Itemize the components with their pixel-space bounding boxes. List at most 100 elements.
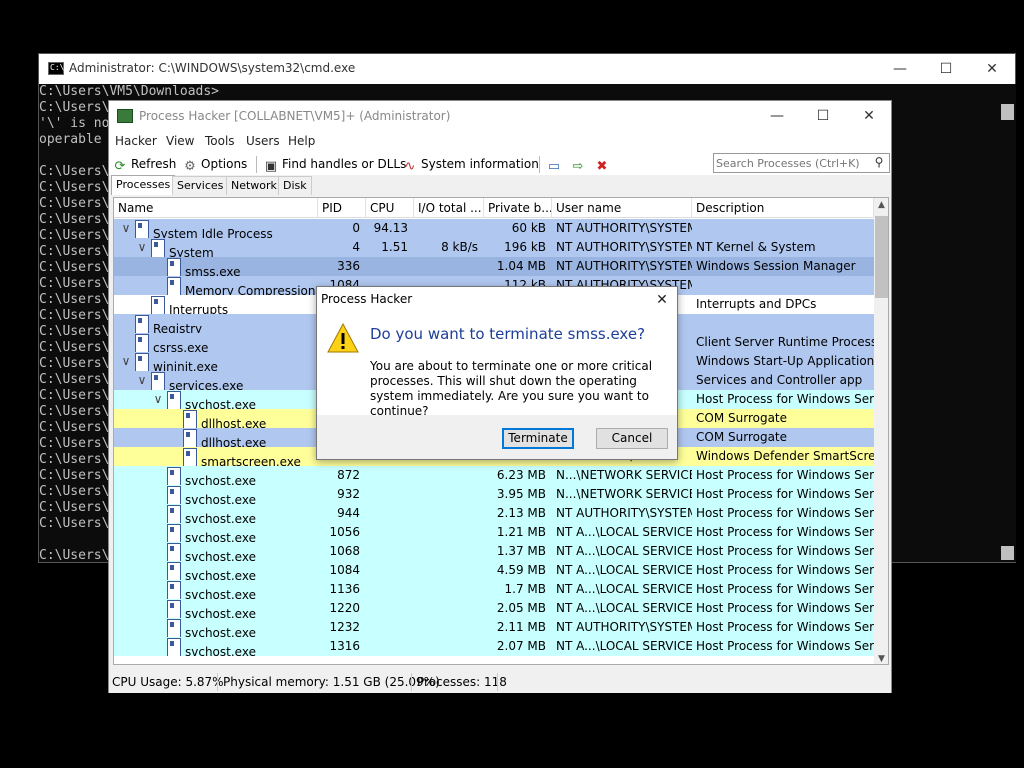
cmd-scrollbar[interactable] — [999, 84, 1016, 562]
process-private-bytes-cell: 1.7 MB — [504, 582, 546, 596]
cmd-minimize-button[interactable]: — — [877, 54, 923, 84]
find-window-button[interactable]: ⇨ — [571, 155, 589, 174]
process-row[interactable]: svchost.exe 1136 1.7 MB NT A...\LOCAL SERVI… — [114, 580, 874, 599]
process-io-total-cell — [414, 637, 484, 656]
process-tree-scrollbar-thumb[interactable] — [875, 216, 888, 298]
process-row[interactable]: svchost.exe 932 3.95 MB N...\NETWORK SERVIC… — [114, 485, 874, 504]
column-user-name[interactable]: User name — [552, 198, 692, 218]
menu-help[interactable]: Help — [288, 134, 315, 148]
tab-network[interactable]: Network — [226, 176, 282, 195]
tab-disk[interactable]: Disk — [278, 176, 312, 195]
scroll-down-arrow-icon[interactable]: ▼ — [874, 654, 888, 664]
process-name-cell: ∨ System — [136, 238, 320, 257]
process-description-cell: Client Server Runtime Process — [696, 335, 874, 349]
search-processes-box[interactable]: ⚲ — [713, 153, 890, 173]
scroll-up-arrow-icon[interactable]: ▲ — [874, 200, 888, 210]
column-private-bytes[interactable]: Private b... — [484, 198, 552, 218]
cmd-maximize-button[interactable]: ☐ — [923, 54, 969, 84]
process-name: svchost.exe — [185, 493, 256, 504]
process-tree-scrollbar[interactable]: ▲ ▼ — [874, 198, 888, 664]
column-name[interactable]: Name — [114, 198, 318, 218]
status-separator — [217, 673, 218, 691]
cmd-scrollbar-up[interactable] — [1001, 104, 1014, 120]
menu-view[interactable]: View — [166, 134, 194, 148]
process-row[interactable]: svchost.exe 1084 4.59 MB NT A...\LOCAL SERV… — [114, 561, 874, 580]
ph-minimize-button[interactable]: — — [754, 101, 800, 131]
process-row[interactable]: svchost.exe 944 2.13 MB NT AUTHORITY\SYSTEM… — [114, 504, 874, 523]
process-row[interactable]: svchost.exe 1220 2.05 MB NT A...\LOCAL SERV… — [114, 599, 874, 618]
status-cpu-usage: CPU Usage: 5.87% — [112, 675, 224, 689]
process-row[interactable]: svchost.exe 1316 2.07 MB NT A...\LOCAL SERV… — [114, 637, 874, 656]
ph-maximize-button[interactable]: ☐ — [800, 101, 846, 131]
process-name-cell: csrss.exe — [120, 333, 320, 352]
menu-users[interactable]: Users — [246, 134, 280, 148]
process-name-cell: smartscreen.exe — [168, 447, 320, 466]
process-name-cell: ∨ services.exe — [136, 371, 320, 390]
cmd-scrollbar-thumb[interactable] — [1001, 546, 1014, 560]
tab-processes[interactable]: Processes — [111, 175, 176, 195]
column-description[interactable]: Description — [692, 198, 874, 218]
process-row[interactable]: ∨ System 4 1.51 8 kB/s 196 kB NT AUTHORITY\SYS… — [114, 238, 874, 257]
menu-tools[interactable]: Tools — [205, 134, 235, 148]
process-io-total-cell — [414, 618, 484, 637]
tab-services[interactable]: Services — [172, 176, 229, 195]
process-name: System Idle Process — [153, 227, 273, 238]
expand-chevron-icon[interactable]: ∨ — [120, 219, 132, 238]
process-private-bytes-cell: 60 kB — [511, 221, 546, 235]
window-icon-button[interactable]: ▭ — [547, 155, 565, 174]
expand-chevron-icon[interactable]: ∨ — [136, 238, 148, 257]
expand-chevron-icon[interactable]: ∨ — [152, 390, 164, 409]
process-user-name-cell: N...\NETWORK SERVICE — [556, 468, 692, 482]
process-cpu-cell — [366, 561, 414, 580]
process-description-cell: Services and Controller app — [696, 373, 863, 387]
process-row[interactable]: smss.exe 336 1.04 MB NT AUTHORITY\SYSTEM Win… — [114, 257, 874, 276]
search-processes-input[interactable] — [716, 155, 866, 171]
process-private-bytes-cell: 4.59 MB — [496, 563, 546, 577]
cmd-close-button[interactable]: ✕ — [969, 54, 1015, 84]
column-io-total[interactable]: I/O total ... — [414, 198, 484, 218]
process-description-cell: Host Process for Windows Ser... — [696, 544, 874, 558]
window-icon: ▭ — [547, 159, 561, 174]
process-description-cell: Host Process for Windows Ser... — [696, 525, 874, 539]
search-icon[interactable]: ⚲ — [871, 155, 887, 171]
expand-chevron-icon[interactable]: ∨ — [136, 371, 148, 390]
cancel-button[interactable]: Cancel — [596, 428, 668, 449]
process-pid-cell: 1232 — [329, 620, 360, 634]
options-button[interactable]: ⚙ Options — [183, 155, 247, 174]
process-row[interactable]: svchost.exe 872 6.23 MB N...\NETWORK SERVIC… — [114, 466, 874, 485]
process-row[interactable]: ∨ System Idle Process 0 94.13 60 kB NT AUTHOR… — [114, 219, 874, 238]
process-row[interactable]: svchost.exe 1068 1.37 MB NT A...\LOCAL SERV… — [114, 542, 874, 561]
process-user-name-cell: NT AUTHORITY\SYSTEM — [556, 221, 692, 235]
process-row[interactable]: svchost.exe 1232 2.11 MB NT AUTHORITY\SYSTE… — [114, 618, 874, 637]
column-pid[interactable]: PID — [318, 198, 366, 218]
process-row[interactable]: svchost.exe 1056 1.21 MB NT A...\LOCAL SERV… — [114, 523, 874, 542]
cmd-title-bar[interactable]: Administrator: C:\WINDOWS\system32\cmd.e… — [39, 54, 1015, 84]
expand-chevron-icon[interactable]: ∨ — [120, 352, 132, 371]
process-description-cell: COM Surrogate — [696, 411, 788, 425]
dialog-close-button[interactable]: ✕ — [651, 289, 673, 311]
process-icon — [167, 277, 181, 295]
menu-hacker[interactable]: Hacker — [115, 134, 157, 148]
system-information-button[interactable]: ∿ System information — [403, 155, 539, 174]
process-name-cell: ∨ wininit.exe — [120, 352, 320, 371]
process-io-total-cell — [414, 219, 484, 238]
process-name: svchost.exe — [185, 645, 256, 656]
process-name-cell: Registry — [120, 314, 320, 333]
ph-title-bar[interactable]: Process Hacker [COLLABNET\VM5]+ (Adminis… — [109, 101, 891, 131]
process-description-cell: Windows Defender SmartScre... — [696, 449, 874, 463]
ph-close-button[interactable]: ✕ — [846, 101, 892, 131]
refresh-button[interactable]: ⟳ Refresh — [113, 155, 177, 174]
process-user-name-cell: NT AUTHORITY\SYSTEM — [556, 620, 692, 634]
terminate-button[interactable]: Terminate — [502, 428, 574, 449]
terminate-toolbar-button[interactable]: ✖ — [595, 155, 613, 174]
find-handles-button[interactable]: ▣ Find handles or DLLs — [264, 155, 406, 174]
column-cpu[interactable]: CPU — [366, 198, 414, 218]
process-private-bytes-cell: 1.21 MB — [496, 525, 546, 539]
process-io-total-cell — [414, 523, 484, 542]
process-io-total-cell — [414, 257, 484, 276]
